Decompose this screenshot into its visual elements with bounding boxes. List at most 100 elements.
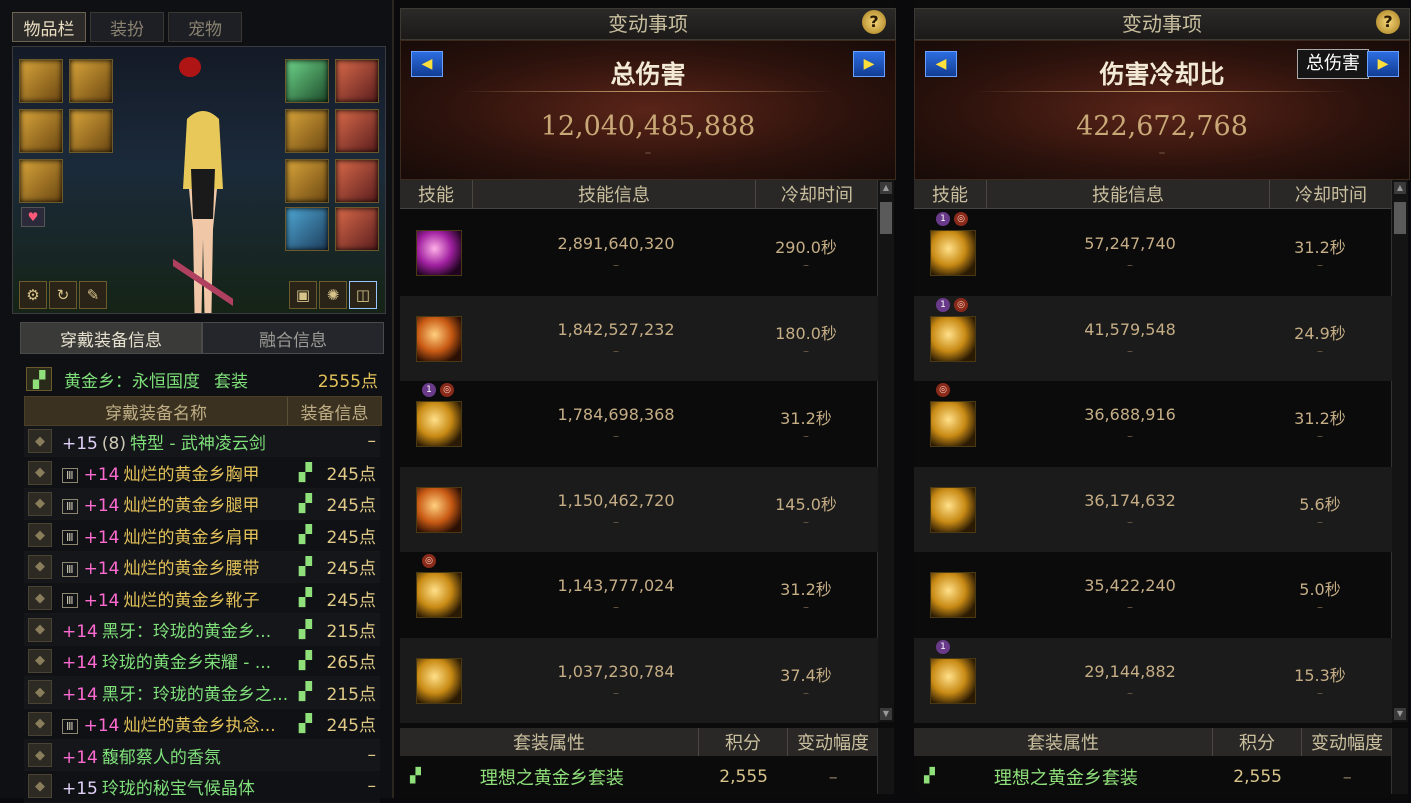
- enhance-level: +14: [62, 622, 98, 643]
- set-scrollbar[interactable]: [877, 728, 894, 794]
- skill-row[interactable]: 1 ◎ 1,784,698,368–31.2秒 –: [400, 381, 878, 467]
- sword-icon: ◆: [28, 429, 52, 454]
- skill-row[interactable]: ◎ 1,143,777,024–31.2秒 –: [400, 552, 878, 638]
- skill-damage-change: –: [1127, 600, 1133, 614]
- skill-row[interactable]: 1 ◎ 57,247,740–31.2秒 –: [914, 210, 1392, 296]
- item-points: 245点: [326, 590, 376, 611]
- sort-icon[interactable]: ⚙: [19, 281, 47, 309]
- help-icon[interactable]: ?: [862, 10, 886, 34]
- skill-row[interactable]: 1,037,230,784–37.4秒 –: [400, 637, 878, 723]
- skill-icon: [416, 486, 462, 533]
- equipment-row[interactable]: ◆ Ⅲ +14 灿烂的黄金乡肩甲 ▞ 245点: [24, 520, 380, 552]
- skill-cooldown-change: –: [803, 600, 809, 614]
- equip-slot-weapon[interactable]: [285, 59, 329, 103]
- equipment-row[interactable]: ◆ +14 玲珑的黄金乡荣耀 - ... ▞ 265点: [24, 645, 380, 678]
- enhance-level: +14: [83, 590, 120, 611]
- summary-banner: ◀ ▶ 总伤害 12,040,485,888–: [400, 40, 896, 180]
- set-attribute-row[interactable]: ▞ 理想之黄金乡套装 2,555 –: [400, 760, 878, 794]
- item-points: 245点: [326, 465, 376, 486]
- chest-icon: ◆: [28, 460, 52, 485]
- skill-row[interactable]: 2,891,640,320–290.0秒 –: [400, 210, 878, 296]
- skill-rows: 2,891,640,320–290.0秒 –1,842,527,232–180.0…: [400, 210, 878, 723]
- equipment-row[interactable]: ◆ Ⅲ +14 灿烂的黄金乡腿甲 ▞ 245点: [24, 488, 380, 521]
- equip-slot-title[interactable]: [335, 59, 379, 103]
- equipment-name: Ⅲ +14 灿烂的黄金乡靴子: [62, 586, 299, 611]
- tab-fusion-info[interactable]: 融合信息: [202, 322, 384, 354]
- summary-title: 伤害冷却比: [1099, 60, 1225, 89]
- boots-icon: ◆: [28, 586, 52, 611]
- item-name: 馥郁蔡人的香氛: [101, 747, 221, 768]
- equipment-row[interactable]: ◆ +14 黑牙：玲珑的黄金乡... ▞ 215点: [24, 614, 380, 646]
- skill-cooldown-change: –: [1317, 514, 1323, 529]
- skill-cooldown-change: –: [1317, 600, 1323, 614]
- equip-slot-legs[interactable]: [19, 109, 63, 153]
- equip-slot-ring[interactable]: [335, 159, 379, 203]
- skill-icon: [416, 315, 462, 362]
- skill-cooldown-change: –: [1317, 685, 1323, 700]
- equip-slot-earring[interactable]: [335, 207, 379, 251]
- set-scrollbar[interactable]: [1391, 728, 1408, 794]
- equipment-row[interactable]: ◆ Ⅲ +14 灿烂的黄金乡执念... ▞ 245点: [24, 708, 380, 740]
- skill-row[interactable]: 35,422,240–5.0秒 –: [914, 552, 1392, 638]
- title-gem-icon[interactable]: [179, 57, 201, 77]
- equip-slot-necklace[interactable]: [335, 109, 379, 153]
- equip-slot-bracelet[interactable]: [285, 109, 329, 153]
- skill-row[interactable]: 36,174,632–5.6秒 –: [914, 466, 1392, 552]
- skill-row[interactable]: 1,150,462,720–145.0秒 –: [400, 466, 878, 552]
- scroll-up-icon[interactable]: ▲: [880, 182, 892, 194]
- box-icon[interactable]: ▣: [289, 281, 317, 309]
- brush-icon[interactable]: ✎: [79, 281, 107, 309]
- equip-slot-support[interactable]: [285, 159, 329, 203]
- header-skill: 技能: [400, 180, 473, 208]
- panel-title: 变动事项: [400, 8, 896, 40]
- equipment-row[interactable]: ◆ +14 黑牙：玲珑的黄金乡之... ▞ 215点: [24, 677, 380, 709]
- skill-row[interactable]: ◎ 36,688,916–31.2秒 –: [914, 381, 1392, 467]
- equipment-row[interactable]: ◆ Ⅲ +14 灿烂的黄金乡胸甲 ▞ 245点: [24, 457, 380, 489]
- tab-inventory[interactable]: 物品栏: [12, 12, 86, 42]
- scroll-up-icon[interactable]: ▲: [1394, 182, 1406, 194]
- skill-damage-change: –: [613, 685, 619, 700]
- skill-badge-icon: 1: [936, 297, 950, 312]
- equipment-row[interactable]: ◆ Ⅲ +14 灿烂的黄金乡靴子 ▞ 245点: [24, 582, 380, 615]
- refresh-icon[interactable]: ↻: [49, 281, 77, 309]
- equipment-row[interactable]: ◆ +14 馥郁蔡人的香氛 –: [24, 739, 380, 772]
- skill-badge-icon: ◎: [422, 554, 436, 568]
- skill-row[interactable]: 1,842,527,232–180.0秒 –: [400, 295, 878, 381]
- equip-slot-boots[interactable]: [19, 159, 63, 203]
- item-points: 245点: [326, 527, 376, 548]
- equip-slot-belt[interactable]: [69, 109, 113, 153]
- equipment-row[interactable]: ◆ Ⅲ +14 灿烂的黄金乡腰带 ▞ 245点: [24, 551, 380, 583]
- frame-icon[interactable]: ◫: [349, 281, 377, 309]
- set-icon: ▞: [26, 367, 52, 391]
- skill-cooldown: 31.2秒: [1294, 238, 1346, 257]
- scroll-down-icon[interactable]: ▼: [1394, 708, 1406, 720]
- skill-damage-change: –: [1127, 514, 1133, 529]
- skill-scrollbar[interactable]: ▲ ▼: [877, 180, 894, 722]
- equipment-row[interactable]: ◆ +15 (8) 特型 - 武神凌云剑 –: [24, 426, 380, 458]
- skill-damage: 1,143,777,024: [557, 576, 675, 595]
- scroll-down-icon[interactable]: ▼: [880, 708, 892, 720]
- heart-icon[interactable]: ♥: [21, 207, 45, 227]
- help-icon[interactable]: ?: [1376, 10, 1400, 34]
- equip-slot-chest[interactable]: [69, 59, 113, 103]
- scroll-thumb[interactable]: [880, 202, 892, 234]
- set-icon: ▞: [298, 682, 312, 703]
- set-attribute-row[interactable]: ▞ 理想之黄金乡套装 2,555 –: [914, 760, 1392, 794]
- set-type: 套装: [214, 371, 248, 392]
- grade-tag: Ⅲ: [62, 467, 78, 483]
- equip-slot-shoulder[interactable]: [19, 59, 63, 103]
- tab-pet[interactable]: 宠物: [168, 12, 242, 42]
- scroll-thumb[interactable]: [1394, 202, 1406, 234]
- tab-avatar[interactable]: 装扮: [90, 12, 164, 42]
- skill-icon: [930, 315, 976, 362]
- character-figure: [173, 111, 233, 313]
- skill-row[interactable]: 1 29,144,882–15.3秒 –: [914, 637, 1392, 723]
- skill-row[interactable]: 1 ◎ 41,579,548–24.9秒 –: [914, 295, 1392, 381]
- tab-worn-equipment[interactable]: 穿戴装备信息: [20, 322, 202, 354]
- skill-badge-icon: 1: [936, 212, 950, 226]
- skill-scrollbar[interactable]: ▲ ▼: [1391, 180, 1408, 722]
- settings-icon[interactable]: ✺: [319, 281, 347, 309]
- skill-badge-icon: ◎: [936, 383, 950, 397]
- enhance-level: +14: [62, 747, 98, 768]
- equip-slot-magic-stone[interactable]: [285, 207, 329, 251]
